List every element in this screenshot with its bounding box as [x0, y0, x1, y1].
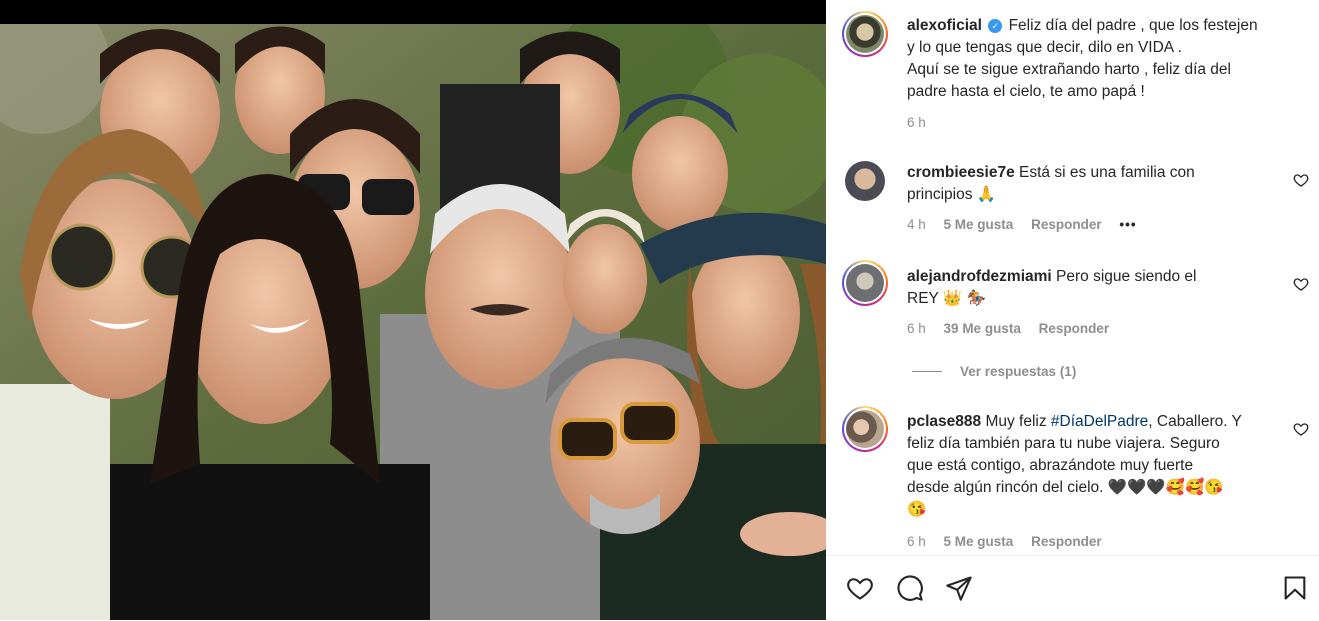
post-media-pane — [0, 0, 826, 620]
comment-text-line-1: Pero sigue siendo el — [1056, 268, 1197, 285]
comment-likes[interactable]: 5 Me gusta — [944, 217, 1014, 232]
comment-username[interactable]: crombieesie7e — [907, 164, 1015, 181]
heart-icon[interactable] — [846, 574, 874, 602]
comment-meta: 6 h 39 Me gusta Responder — [907, 321, 1123, 336]
comment-meta: 6 h 5 Me gusta Responder — [907, 534, 1116, 549]
comment-text-prefix: Muy feliz — [985, 413, 1047, 430]
comment-like-heart-icon[interactable] — [1293, 172, 1309, 188]
comment-avatar[interactable] — [845, 161, 885, 201]
caption-line-1: Feliz día del padre , que los festejen — [1008, 17, 1258, 34]
author-username[interactable]: alexoficial — [907, 17, 982, 34]
reply-button[interactable]: Responder — [1031, 534, 1102, 549]
post-action-bar — [826, 555, 1319, 621]
caption-line-2: y lo que tengas que decir, dilo en VIDA … — [907, 39, 1182, 56]
comment-username[interactable]: pclase888 — [907, 413, 981, 430]
comment-avatar-image — [846, 264, 884, 302]
author-avatar-image — [846, 15, 884, 53]
comment-text-line-2: feliz día también para tu nube viajera. … — [907, 435, 1220, 452]
view-replies-button[interactable]: Ver respuestas (1) — [912, 364, 1076, 379]
comment-username[interactable]: alejandrofdezmiami — [907, 268, 1052, 285]
comment-time[interactable]: 6 h — [907, 534, 926, 549]
comment-like-heart-icon[interactable] — [1293, 276, 1309, 292]
post-sidebar: alexoficial ✓ Feliz día del padre , que … — [826, 0, 1319, 620]
comment-text-line-1: Está si es una familia con — [1019, 164, 1195, 181]
view-replies-label: Ver respuestas (1) — [960, 364, 1077, 379]
comment-likes[interactable]: 39 Me gusta — [944, 321, 1021, 336]
comment-item: pclase888 Muy feliz #DíaDelPadre, Caball… — [907, 411, 1302, 521]
comment-avatar-image — [845, 161, 885, 201]
comment-text-line-2: REY 👑 🏇 — [907, 290, 986, 307]
comment-avatar[interactable] — [842, 406, 888, 452]
comment-like-heart-icon[interactable] — [1293, 421, 1309, 437]
caption-time[interactable]: 6 h — [907, 115, 926, 130]
author-avatar[interactable] — [842, 11, 888, 57]
verified-badge-icon: ✓ — [988, 19, 1003, 33]
media-top-bar — [0, 0, 826, 24]
caption-line-3: Aquí se te sigue extrañando harto , feli… — [907, 61, 1231, 78]
comment-meta: 4 h 5 Me gusta Responder ••• — [907, 217, 1151, 232]
comment-text-suffix: , Caballero. Y — [1148, 413, 1242, 430]
post-photo[interactable] — [0, 24, 826, 620]
hashtag-link[interactable]: #DíaDelPadre — [1051, 413, 1148, 430]
family-photo-illustration — [0, 24, 826, 620]
comment-time[interactable]: 6 h — [907, 321, 926, 336]
more-options-icon[interactable]: ••• — [1119, 217, 1136, 232]
comment-item: alejandrofdezmiami Pero sigue siendo el … — [907, 266, 1302, 310]
comment-text-line-5: 😘 — [907, 501, 927, 518]
comment-text-line-2: principios 🙏 — [907, 186, 997, 203]
post-caption: alexoficial ✓ Feliz día del padre , que … — [907, 15, 1302, 103]
comment-time[interactable]: 4 h — [907, 217, 926, 232]
paper-plane-icon[interactable] — [945, 574, 973, 602]
caption-meta: 6 h — [907, 115, 940, 130]
comment-item: crombieesie7e Está si es una familia con… — [907, 162, 1302, 206]
replies-divider — [912, 371, 942, 372]
comment-avatar-image — [846, 410, 884, 448]
caption-line-4: padre hasta el cielo, te amo papá ! — [907, 83, 1145, 100]
comment-text-line-3: que está contigo, abrazándote muy fuerte — [907, 457, 1194, 474]
reply-button[interactable]: Responder — [1031, 217, 1102, 232]
bookmark-icon[interactable] — [1281, 574, 1309, 602]
reply-button[interactable]: Responder — [1039, 321, 1110, 336]
comment-likes[interactable]: 5 Me gusta — [944, 534, 1014, 549]
comment-text-line-4: desde algún rincón del cielo. 🖤🖤🖤🥰🥰😘 — [907, 479, 1224, 496]
comment-avatar[interactable] — [842, 260, 888, 306]
comment-icon[interactable] — [896, 574, 924, 602]
